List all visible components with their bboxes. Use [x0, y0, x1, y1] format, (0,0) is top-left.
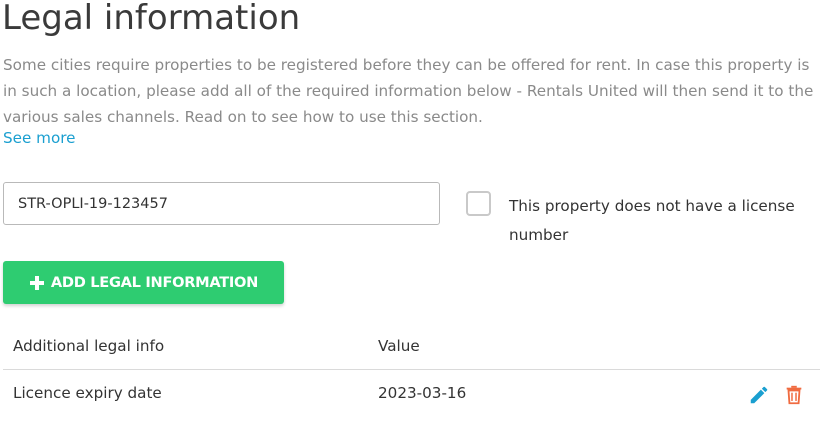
see-more-link[interactable]: See more [3, 127, 76, 149]
row-value: 2023-03-16 [378, 384, 467, 402]
add-legal-information-button[interactable]: ADD LEGAL INFORMATION [3, 261, 284, 304]
license-number-input[interactable] [3, 182, 440, 225]
row-actions [748, 384, 805, 406]
edit-icon[interactable] [748, 384, 770, 406]
add-legal-information-label: ADD LEGAL INFORMATION [50, 274, 259, 291]
legal-info-table: Additional legal info Value Licence expi… [3, 325, 820, 418]
table-header: Additional legal info Value [3, 325, 820, 370]
page-description: Some cities require properties to be reg… [3, 56, 814, 126]
row-key: Licence expiry date [13, 384, 162, 402]
header-value: Value [378, 337, 420, 355]
plus-icon [29, 275, 45, 291]
no-license-checkbox[interactable] [466, 191, 491, 216]
delete-icon[interactable] [783, 384, 805, 406]
header-additional-legal-info: Additional legal info [13, 337, 165, 355]
no-license-label[interactable]: This property does not have a license nu… [509, 192, 809, 250]
table-row: Licence expiry date 2023-03-16 [3, 370, 820, 418]
page-title: Legal information [2, 0, 301, 38]
